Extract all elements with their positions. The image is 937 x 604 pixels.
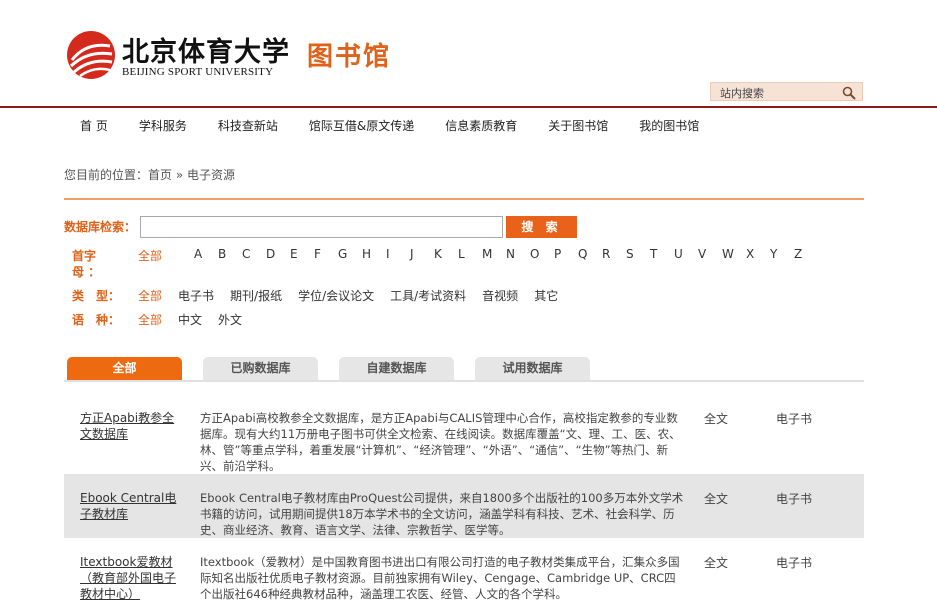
letter-filter-option-8[interactable]: H xyxy=(362,247,371,264)
database-format: 电子书 xyxy=(776,556,813,570)
letter-filter-option-5[interactable]: E xyxy=(290,247,298,264)
type-filter-label: 类 型： xyxy=(72,289,121,303)
tab-trial[interactable]: 试用数据库 xyxy=(475,357,590,380)
database-name-link[interactable]: Ebook Central电子教材库 xyxy=(80,490,180,522)
language-filter-option-0[interactable]: 全部 xyxy=(138,311,162,328)
tab-self-built[interactable]: 自建数据库 xyxy=(339,357,454,380)
type-filter-option-0[interactable]: 全部 xyxy=(138,287,162,304)
nav-interlibrary-loan[interactable]: 馆际互借&原文传递 xyxy=(309,117,414,133)
database-name-link[interactable]: Itextbook爱教材（教育部外国电子教材中心） xyxy=(80,554,180,602)
letter-filter-option-6[interactable]: F xyxy=(314,247,322,264)
database-format: 电子书 xyxy=(776,412,813,426)
db-search-button[interactable]: 搜 索 xyxy=(506,216,577,238)
letter-filter-option-9[interactable]: I xyxy=(386,247,394,264)
db-search-input[interactable] xyxy=(140,216,503,238)
letter-filter-option-22[interactable]: V xyxy=(698,247,706,264)
db-search-label: 数据库检索： xyxy=(64,220,137,234)
letter-filter-option-7[interactable]: G xyxy=(338,247,347,264)
database-description: Itextbook（爱教材）是中国教育图书进出口有限公司打造的电子教材类集成平台… xyxy=(200,555,680,601)
university-logo-icon[interactable] xyxy=(66,30,116,80)
database-description: Ebook Central电子教材库由ProQuest公司提供，来自1800多个… xyxy=(200,491,684,537)
database-name-link[interactable]: 方正Apabi教参全文数据库 xyxy=(80,410,180,442)
nav-novelty-search[interactable]: 科技查新站 xyxy=(218,117,278,133)
nav-subject-service[interactable]: 学科服务 xyxy=(139,117,187,133)
language-filter: 全部 中文 外文 xyxy=(138,311,258,328)
letter-filter-option-24[interactable]: X xyxy=(746,247,754,264)
letter-filter-option-15[interactable]: O xyxy=(530,247,539,264)
letter-filter-option-2[interactable]: B xyxy=(218,247,226,264)
database-content-type: 全文 xyxy=(704,492,729,506)
letter-filter-option-16[interactable]: P xyxy=(554,247,562,264)
site-search-placeholder: 站内搜索 xyxy=(720,87,764,100)
type-filter: 全部 电子书 期刊/报纸 学位/会议论文 工具/考试资料 音视频 其它 xyxy=(138,287,574,304)
language-filter-label: 语 种： xyxy=(72,313,121,327)
type-filter-option-3[interactable]: 学位/会议论文 xyxy=(298,287,374,304)
database-description: 方正Apabi高校教参全文数据库，是方正Apabi与CALIS管理中心合作，高校… xyxy=(200,411,681,473)
type-filter-option-5[interactable]: 音视频 xyxy=(482,287,518,304)
search-icon[interactable] xyxy=(842,86,856,100)
type-filter-option-2[interactable]: 期刊/报纸 xyxy=(230,287,282,304)
language-filter-option-1[interactable]: 中文 xyxy=(178,311,202,328)
letter-filter-option-23[interactable]: W xyxy=(722,247,734,264)
letter-filter-label-1: 首字 xyxy=(72,249,97,263)
site-search-input[interactable]: 站内搜索 xyxy=(710,82,863,101)
type-filter-option-6[interactable]: 其它 xyxy=(534,287,558,304)
letter-filter-option-1[interactable]: A xyxy=(194,247,202,264)
letter-filter-option-11[interactable]: K xyxy=(434,247,442,264)
letter-filter-option-10[interactable]: J xyxy=(410,247,418,264)
table-row: 方正Apabi教参全文数据库 方正Apabi高校教参全文数据库，是方正Apabi… xyxy=(64,402,864,474)
type-filter-option-1[interactable]: 电子书 xyxy=(178,287,214,304)
tab-all[interactable]: 全部 xyxy=(67,357,182,380)
letter-filter-option-13[interactable]: M xyxy=(482,247,492,264)
database-content-type: 全文 xyxy=(704,556,729,570)
library-title: 图书馆 xyxy=(307,42,392,72)
letter-filter-option-17[interactable]: Q xyxy=(578,247,587,264)
letter-filter-option-0[interactable]: 全部 xyxy=(138,247,162,264)
letter-filter-option-26[interactable]: Z xyxy=(794,247,802,264)
letter-filter-option-18[interactable]: R xyxy=(602,247,610,264)
database-format: 电子书 xyxy=(776,492,813,506)
letter-filter-option-3[interactable]: C xyxy=(242,247,250,264)
type-filter-option-4[interactable]: 工具/考试资料 xyxy=(390,287,466,304)
table-row: Itextbook爱教材（教育部外国电子教材中心） Itextbook（爱教材）… xyxy=(64,538,864,604)
letter-filter: 全部 A B C D E F G H I J K L M N O P Q R S T U V W X Y Z xyxy=(138,247,818,264)
nav-about-library[interactable]: 关于图书馆 xyxy=(548,117,608,133)
breadcrumb: 您目前的位置：首页 » 电子资源 xyxy=(64,168,235,182)
site-header: 北京体育大学 BEIJING SPORT UNIVERSITY 图书馆 站内搜索 xyxy=(0,0,937,108)
tab-purchased[interactable]: 已购数据库 xyxy=(203,357,318,380)
language-filter-option-2[interactable]: 外文 xyxy=(218,311,242,328)
letter-filter-option-12[interactable]: L xyxy=(458,247,466,264)
table-row: Ebook Central电子教材库 Ebook Central电子教材库由Pr… xyxy=(64,474,864,538)
nav-info-literacy[interactable]: 信息素质教育 xyxy=(445,117,517,133)
letter-filter-option-4[interactable]: D xyxy=(266,247,275,264)
letter-filter-option-14[interactable]: N xyxy=(506,247,515,264)
nav-home[interactable]: 首 页 xyxy=(80,117,108,133)
database-tabs: 全部 已购数据库 自建数据库 试用数据库 xyxy=(64,357,864,382)
logo-english-name: BEIJING SPORT UNIVERSITY xyxy=(122,66,274,78)
letter-filter-option-25[interactable]: Y xyxy=(770,247,778,264)
letter-filter-option-20[interactable]: T xyxy=(650,247,658,264)
database-list: 方正Apabi教参全文数据库 方正Apabi高校教参全文数据库，是方正Apabi… xyxy=(64,402,864,604)
logo-chinese-name: 北京体育大学 xyxy=(122,37,290,68)
main-nav: 首 页 学科服务 科技查新站 馆际互借&原文传递 信息素质教育 关于图书馆 我的… xyxy=(64,117,730,133)
letter-filter-option-19[interactable]: S xyxy=(626,247,634,264)
section-divider xyxy=(64,198,864,200)
letter-filter-label-2: 母 ： xyxy=(72,265,101,279)
database-content-type: 全文 xyxy=(704,412,729,426)
nav-my-library[interactable]: 我的图书馆 xyxy=(639,117,699,133)
letter-filter-option-21[interactable]: U xyxy=(674,247,683,264)
